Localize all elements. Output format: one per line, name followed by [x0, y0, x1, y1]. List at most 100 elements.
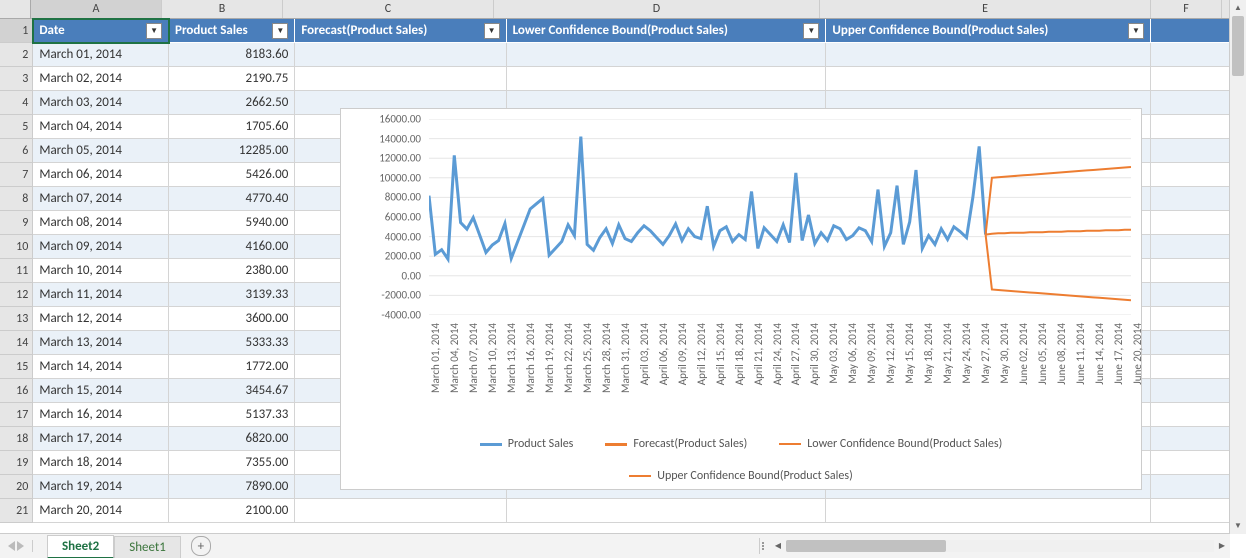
- cell-date[interactable]: March 01, 2014: [33, 43, 169, 67]
- cell-empty[interactable]: [1151, 163, 1230, 187]
- scroll-thumb[interactable]: [1232, 16, 1244, 76]
- vertical-scrollbar[interactable]: ▲ ▼: [1229, 0, 1246, 534]
- cell-forecast[interactable]: [295, 499, 506, 523]
- row-header-2[interactable]: 2: [0, 43, 33, 67]
- table-header-F[interactable]: [1151, 19, 1230, 43]
- cell-sales[interactable]: 3454.67: [169, 379, 295, 403]
- cell-empty[interactable]: [1151, 283, 1230, 307]
- cell-lower[interactable]: [507, 67, 827, 91]
- row-header-3[interactable]: 3: [0, 67, 33, 91]
- cell-sales[interactable]: 5333.33: [169, 331, 295, 355]
- filter-dropdown-icon[interactable]: ▼: [146, 23, 162, 39]
- row-header-14[interactable]: 14: [0, 331, 33, 355]
- cell-date[interactable]: March 07, 2014: [33, 187, 169, 211]
- cell-date[interactable]: March 02, 2014: [33, 67, 169, 91]
- cell-sales[interactable]: 12285.00: [169, 139, 295, 163]
- cell-empty[interactable]: [1151, 355, 1230, 379]
- select-all-corner[interactable]: [0, 0, 31, 19]
- row-header-12[interactable]: 12: [0, 283, 33, 307]
- cell-empty[interactable]: [1151, 115, 1230, 139]
- cell-sales[interactable]: 3139.33: [169, 283, 295, 307]
- row-header-13[interactable]: 13: [0, 307, 33, 331]
- row-header-15[interactable]: 15: [0, 355, 33, 379]
- cell-sales[interactable]: 2190.75: [169, 67, 295, 91]
- sheet-tab-active[interactable]: Sheet2: [47, 535, 114, 558]
- hscroll-left-button[interactable]: ◀: [770, 538, 786, 554]
- col-header-C[interactable]: C: [283, 0, 494, 18]
- cell-forecast[interactable]: [295, 43, 506, 67]
- cell-empty[interactable]: [1151, 259, 1230, 283]
- cell-upper[interactable]: [826, 43, 1151, 67]
- table-header-A[interactable]: Date▼: [33, 19, 169, 43]
- row-header-1[interactable]: 1: [0, 19, 33, 43]
- cell-sales[interactable]: 1705.60: [169, 115, 295, 139]
- scroll-down-button[interactable]: ▼: [1230, 518, 1246, 534]
- cell-sales[interactable]: 8183.60: [169, 43, 295, 67]
- row-header-20[interactable]: 20: [0, 475, 33, 499]
- cell-sales[interactable]: 4160.00: [169, 235, 295, 259]
- cell-empty[interactable]: [1151, 499, 1230, 523]
- cell-date[interactable]: March 20, 2014: [33, 499, 169, 523]
- cell-date[interactable]: March 10, 2014: [33, 259, 169, 283]
- row-header-8[interactable]: 8: [0, 187, 33, 211]
- row-header-16[interactable]: 16: [0, 379, 33, 403]
- cell-sales[interactable]: 3600.00: [169, 307, 295, 331]
- table-header-C[interactable]: Forecast(Product Sales)▼: [295, 19, 506, 43]
- cell-empty[interactable]: [1151, 307, 1230, 331]
- table-header-D[interactable]: Lower Confidence Bound(Product Sales)▼: [507, 19, 827, 43]
- filter-dropdown-icon[interactable]: ▼: [272, 23, 288, 39]
- filter-dropdown-icon[interactable]: ▼: [484, 23, 500, 39]
- row-header-11[interactable]: 11: [0, 259, 33, 283]
- cell-sales[interactable]: 6820.00: [169, 427, 295, 451]
- cell-date[interactable]: March 08, 2014: [33, 211, 169, 235]
- cell-forecast[interactable]: [295, 67, 506, 91]
- cell-date[interactable]: March 19, 2014: [33, 475, 169, 499]
- scroll-up-button[interactable]: ▲: [1230, 0, 1246, 16]
- col-header-B[interactable]: B: [162, 0, 283, 18]
- cell-sales[interactable]: 5426.00: [169, 163, 295, 187]
- cell-sales[interactable]: 1772.00: [169, 355, 295, 379]
- cell-upper[interactable]: [826, 499, 1151, 523]
- row-header-5[interactable]: 5: [0, 115, 33, 139]
- cell-empty[interactable]: [1151, 91, 1230, 115]
- cell-date[interactable]: March 13, 2014: [33, 331, 169, 355]
- cell-date[interactable]: March 18, 2014: [33, 451, 169, 475]
- sheet-tab-other[interactable]: Sheet1: [114, 536, 181, 558]
- cell-sales[interactable]: 2380.00: [169, 259, 295, 283]
- cell-date[interactable]: March 14, 2014: [33, 355, 169, 379]
- cell-lower[interactable]: [507, 43, 827, 67]
- row-header-6[interactable]: 6: [0, 139, 33, 163]
- forecast-chart[interactable]: 16000.0014000.0012000.0010000.008000.006…: [340, 108, 1142, 490]
- tab-next-icon[interactable]: [17, 541, 24, 551]
- col-header-D[interactable]: D: [494, 0, 820, 18]
- tab-nav-buttons[interactable]: [0, 540, 47, 552]
- horizontal-scrollbar[interactable]: ◀ ▶: [759, 538, 1230, 554]
- cell-empty[interactable]: [1151, 379, 1230, 403]
- cell-empty[interactable]: [1151, 235, 1230, 259]
- hscroll-right-button[interactable]: ▶: [1214, 538, 1230, 554]
- cell-empty[interactable]: [1151, 187, 1230, 211]
- cell-sales[interactable]: 2100.00: [169, 499, 295, 523]
- col-header-E[interactable]: E: [820, 0, 1151, 18]
- cell-sales[interactable]: 7890.00: [169, 475, 295, 499]
- row-header-4[interactable]: 4: [0, 91, 33, 115]
- row-header-10[interactable]: 10: [0, 235, 33, 259]
- row-header-9[interactable]: 9: [0, 211, 33, 235]
- cell-empty[interactable]: [1151, 475, 1230, 499]
- col-header-A[interactable]: A: [31, 0, 162, 18]
- tab-splitter-handle[interactable]: [760, 542, 770, 550]
- scroll-track[interactable]: [1230, 16, 1246, 518]
- cell-sales[interactable]: 4770.40: [169, 187, 295, 211]
- add-sheet-button[interactable]: +: [191, 536, 211, 556]
- tab-prev-icon[interactable]: [8, 541, 15, 551]
- hscroll-thumb[interactable]: [786, 540, 946, 552]
- cell-date[interactable]: March 11, 2014: [33, 283, 169, 307]
- cell-empty[interactable]: [1151, 427, 1230, 451]
- cell-date[interactable]: March 12, 2014: [33, 307, 169, 331]
- cell-empty[interactable]: [1151, 211, 1230, 235]
- cell-date[interactable]: March 06, 2014: [33, 163, 169, 187]
- cell-empty[interactable]: [1151, 43, 1230, 67]
- cell-date[interactable]: March 09, 2014: [33, 235, 169, 259]
- cell-date[interactable]: March 04, 2014: [33, 115, 169, 139]
- cell-date[interactable]: March 05, 2014: [33, 139, 169, 163]
